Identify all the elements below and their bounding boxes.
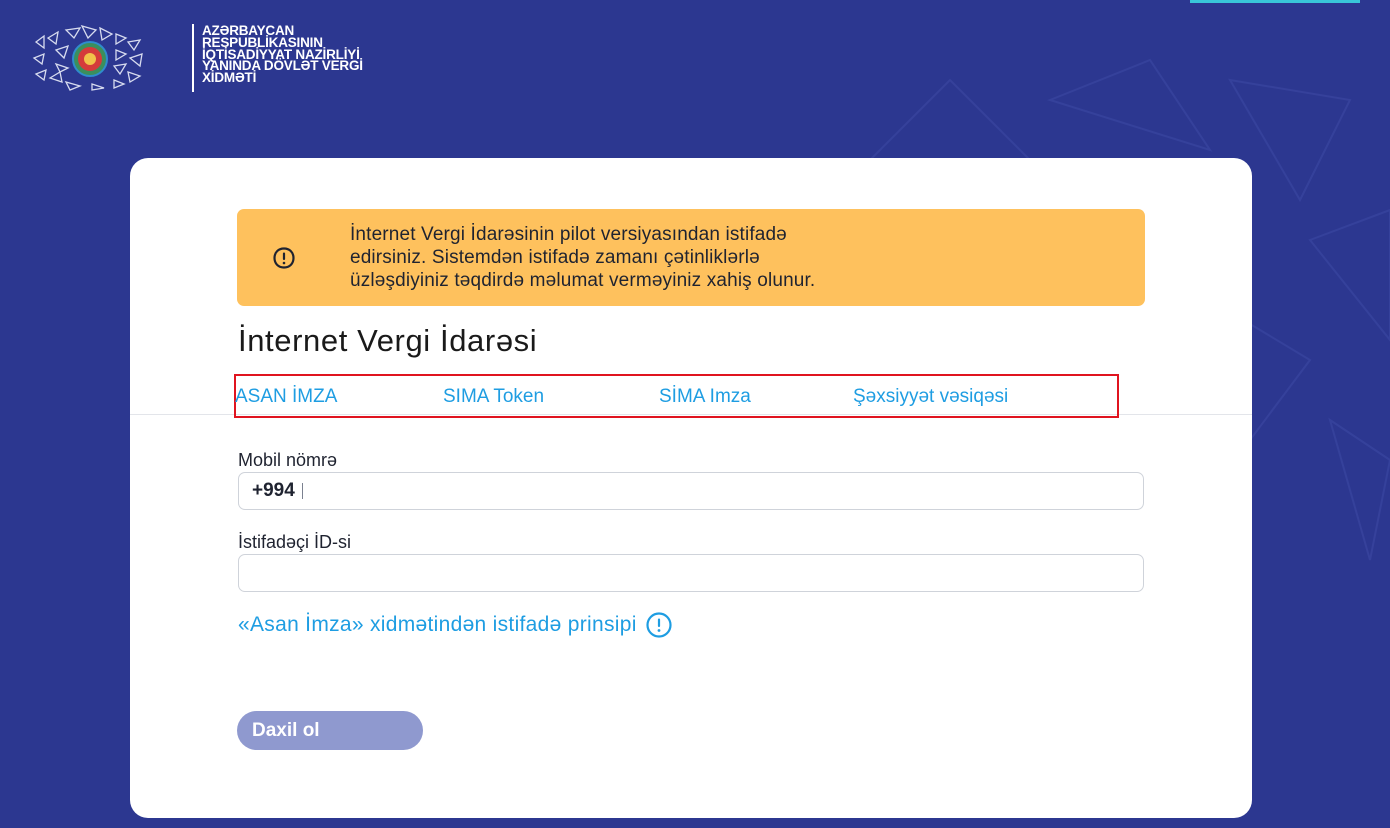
help-link-text[interactable]: «Asan İmza» xidmətindən istifadə prinsip… <box>238 613 637 637</box>
pilot-notice-banner: İnternet Vergi İdarəsinin pilot versiyas… <box>237 209 1145 306</box>
top-accent-bar <box>1190 0 1360 3</box>
notice-line: İnternet Vergi İdarəsinin pilot versiyas… <box>350 224 787 245</box>
azerbaijan-emblem-icon <box>32 24 143 91</box>
organization-name: AZƏRBAYCAN RESPUBLİKASININ İQTİSADİYYAT … <box>202 24 363 86</box>
info-circle-icon[interactable] <box>645 611 673 639</box>
notice-line: üzləşdiyiniz təqdirdə məlumat verməyiniz… <box>350 270 816 291</box>
org-name-line: XİDMƏTİ <box>202 70 257 86</box>
phone-input[interactable] <box>302 473 1143 509</box>
tab-sima-token[interactable]: SIMA Token <box>443 386 544 408</box>
site-header: AZƏRBAYCAN RESPUBLİKASININ İQTİSADİYYAT … <box>30 22 363 92</box>
tab-sima-imza[interactable]: SİMA Imza <box>659 386 751 408</box>
tab-asan-imza[interactable]: ASAN İMZA <box>235 386 337 408</box>
asan-imza-help-link[interactable]: «Asan İmza» xidmətindən istifadə prinsip… <box>238 611 673 639</box>
phone-field[interactable]: +994 <box>238 472 1144 510</box>
notice-text: İnternet Vergi İdarəsinin pilot versiyas… <box>350 223 1130 292</box>
login-card: İnternet Vergi İdarəsinin pilot versiyas… <box>130 158 1252 818</box>
exclamation-circle-icon <box>273 247 295 269</box>
phone-prefix: +994 <box>252 480 295 501</box>
userid-field[interactable] <box>238 554 1144 592</box>
header-divider <box>192 24 194 92</box>
phone-label: Mobil nömrə <box>238 450 338 470</box>
login-button[interactable]: Daxil ol <box>237 711 423 750</box>
tab-id-card[interactable]: Şəxsiyyət vəsiqəsi <box>853 386 1008 408</box>
userid-input[interactable] <box>239 555 1143 591</box>
userid-label: İstifadəçi İD-si <box>238 532 352 552</box>
notice-line: edirsiniz. Sistemdən istifadə zamanı çət… <box>350 247 760 268</box>
page-title: İnternet Vergi İdarəsi <box>238 323 538 358</box>
